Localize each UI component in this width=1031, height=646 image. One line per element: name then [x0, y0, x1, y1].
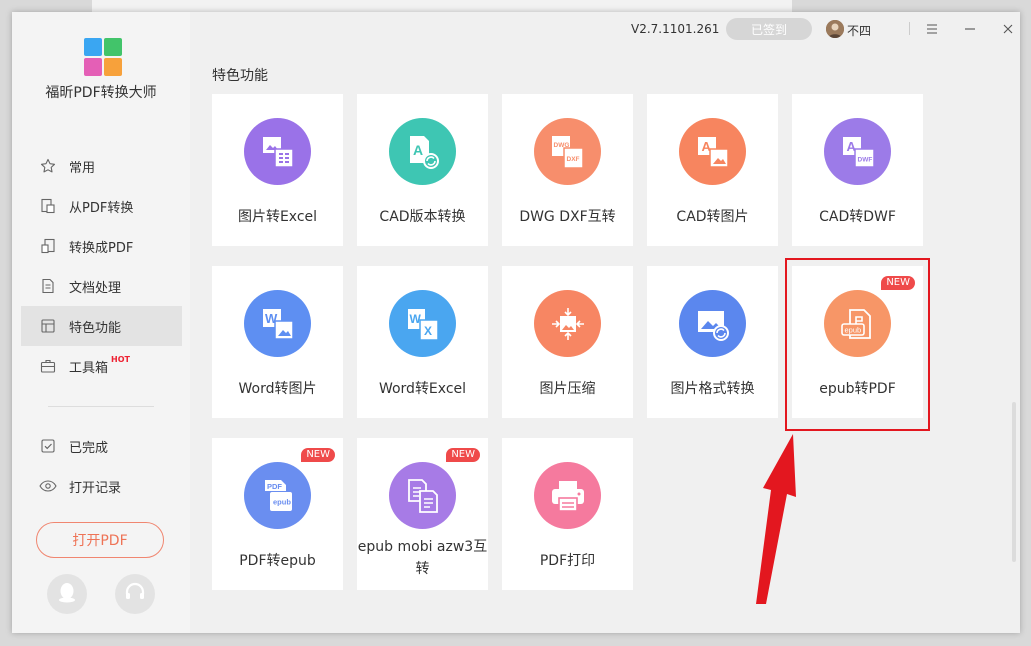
star-icon — [39, 157, 57, 175]
card-word-to-excel[interactable]: WX Word转Excel — [357, 266, 488, 418]
special-feature-icon — [39, 317, 57, 335]
document-export-icon — [39, 197, 57, 215]
username[interactable]: 不四 — [847, 22, 871, 39]
sidebar-item-label: 工具箱 — [69, 360, 109, 376]
customer-service-button[interactable] — [115, 574, 155, 614]
avatar[interactable] — [826, 20, 844, 38]
word-to-image-icon: W — [244, 290, 311, 357]
card-label: CAD版本转换 — [379, 209, 466, 225]
svg-text:X: X — [424, 324, 432, 338]
sidebar-item-doc-process[interactable]: 文档处理 — [21, 266, 182, 306]
minimize-button[interactable] — [961, 19, 979, 37]
svg-text:A: A — [413, 142, 423, 158]
version-label: V2.7.1101.261 — [631, 22, 720, 36]
card-label: CAD转DWF — [819, 209, 896, 225]
word-to-excel-icon: WX — [389, 290, 456, 357]
sidebar-item-label: 常用 — [69, 160, 96, 176]
headset-icon — [124, 582, 146, 606]
cad-version-convert-icon: A — [389, 118, 456, 185]
card-label: 图片格式转换 — [670, 381, 755, 397]
highlight-box — [785, 258, 930, 431]
hot-badge: HOT — [111, 354, 130, 364]
qq-contact-button[interactable] — [47, 574, 87, 614]
card-label: PDF转epub — [239, 553, 316, 569]
cad-to-image-icon: A — [679, 118, 746, 185]
open-pdf-button[interactable]: 打开PDF — [36, 522, 164, 558]
document-edit-icon — [39, 277, 57, 295]
background-window-strip — [92, 0, 792, 12]
close-button[interactable] — [999, 19, 1017, 37]
card-image-format-convert[interactable]: 图片格式转换 — [647, 266, 778, 418]
sidebar-item-label: 打开记录 — [69, 480, 122, 496]
check-box-icon — [39, 437, 57, 455]
sidebar-divider — [48, 406, 154, 407]
card-label: DWG DXF互转 — [519, 209, 616, 225]
svg-text:PDF: PDF — [267, 482, 282, 491]
svg-text:DWF: DWF — [857, 156, 872, 163]
hamburger-icon — [926, 19, 938, 38]
sidebar: 福昕PDF转换大师 常用 从PDF转换 转换成PDF 文档处理 特色功能 工具箱… — [12, 12, 190, 633]
card-dwg-dxf-convert[interactable]: DWG DXF DWG DXF互转 — [502, 94, 633, 246]
new-badge: NEW — [446, 448, 480, 462]
sidebar-item-label: 特色功能 — [69, 320, 122, 336]
card-image-compress[interactable]: 图片压缩 — [502, 266, 633, 418]
image-to-excel-icon — [244, 118, 311, 185]
qq-penguin-icon — [57, 581, 77, 607]
card-pdf-print[interactable]: PDF打印 — [502, 438, 633, 590]
minimize-icon — [964, 19, 976, 38]
card-label: PDF打印 — [539, 553, 596, 569]
sidebar-item-label: 已完成 — [69, 440, 109, 456]
new-badge: NEW — [301, 448, 335, 462]
card-word-to-image[interactable]: W Word转图片 — [212, 266, 343, 418]
svg-text:epub: epub — [273, 497, 291, 506]
card-label: Word转Excel — [378, 381, 467, 397]
pdf-to-epub-icon: PDF epub — [244, 462, 311, 529]
menu-button[interactable] — [923, 19, 941, 37]
scrollbar[interactable] — [1012, 402, 1016, 562]
image-format-convert-icon — [679, 290, 746, 357]
card-pdf-to-epub[interactable]: NEW PDF epub PDF转epub — [212, 438, 343, 590]
section-title: 特色功能 — [212, 68, 268, 84]
card-label: epub mobi azw3互转 — [357, 539, 488, 577]
sidebar-item-toolbox[interactable]: 工具箱 HOT — [21, 346, 182, 386]
sidebar-item-to-pdf[interactable]: 转换成PDF — [21, 226, 182, 266]
sidebar-item-label: 转换成PDF — [69, 240, 134, 256]
eye-icon — [39, 477, 57, 495]
dwg-dxf-convert-icon: DWG DXF — [534, 118, 601, 185]
sidebar-item-common[interactable]: 常用 — [21, 146, 182, 186]
image-compress-icon — [534, 290, 601, 357]
card-label: 图片压缩 — [539, 381, 596, 397]
card-cad-to-image[interactable]: A CAD转图片 — [647, 94, 778, 246]
card-cad-version-convert[interactable]: A CAD版本转换 — [357, 94, 488, 246]
card-ebook-format-convert[interactable]: NEW epub mobi azw3互转 — [357, 438, 488, 590]
sidebar-item-completed[interactable]: 已完成 — [21, 426, 182, 466]
card-cad-to-dwf[interactable]: A DWF CAD转DWF — [792, 94, 923, 246]
app-window: 福昕PDF转换大师 常用 从PDF转换 转换成PDF 文档处理 特色功能 工具箱… — [12, 12, 1020, 633]
cad-to-dwf-icon: A DWF — [824, 118, 891, 185]
sidebar-item-from-pdf[interactable]: 从PDF转换 — [21, 186, 182, 226]
topbar-separator — [909, 22, 910, 35]
card-label: Word转图片 — [238, 381, 317, 397]
ebook-format-convert-icon — [389, 462, 456, 529]
toolbox-icon — [39, 357, 57, 375]
document-import-icon — [39, 237, 57, 255]
card-label: 图片转Excel — [237, 209, 318, 225]
sidebar-item-special[interactable]: 特色功能 — [21, 306, 182, 346]
card-label: CAD转图片 — [676, 209, 749, 225]
sidebar-item-label: 从PDF转换 — [69, 200, 134, 216]
card-image-to-excel[interactable]: 图片转Excel — [212, 94, 343, 246]
printer-icon — [534, 462, 601, 529]
sidebar-item-open-history[interactable]: 打开记录 — [21, 466, 182, 506]
app-logo — [84, 38, 124, 76]
svg-text:DXF: DXF — [566, 156, 579, 163]
signed-in-button[interactable]: 已签到 — [726, 18, 812, 40]
sidebar-item-label: 文档处理 — [69, 280, 122, 296]
app-name: 福昕PDF转换大师 — [45, 85, 157, 101]
close-icon — [1003, 19, 1013, 38]
